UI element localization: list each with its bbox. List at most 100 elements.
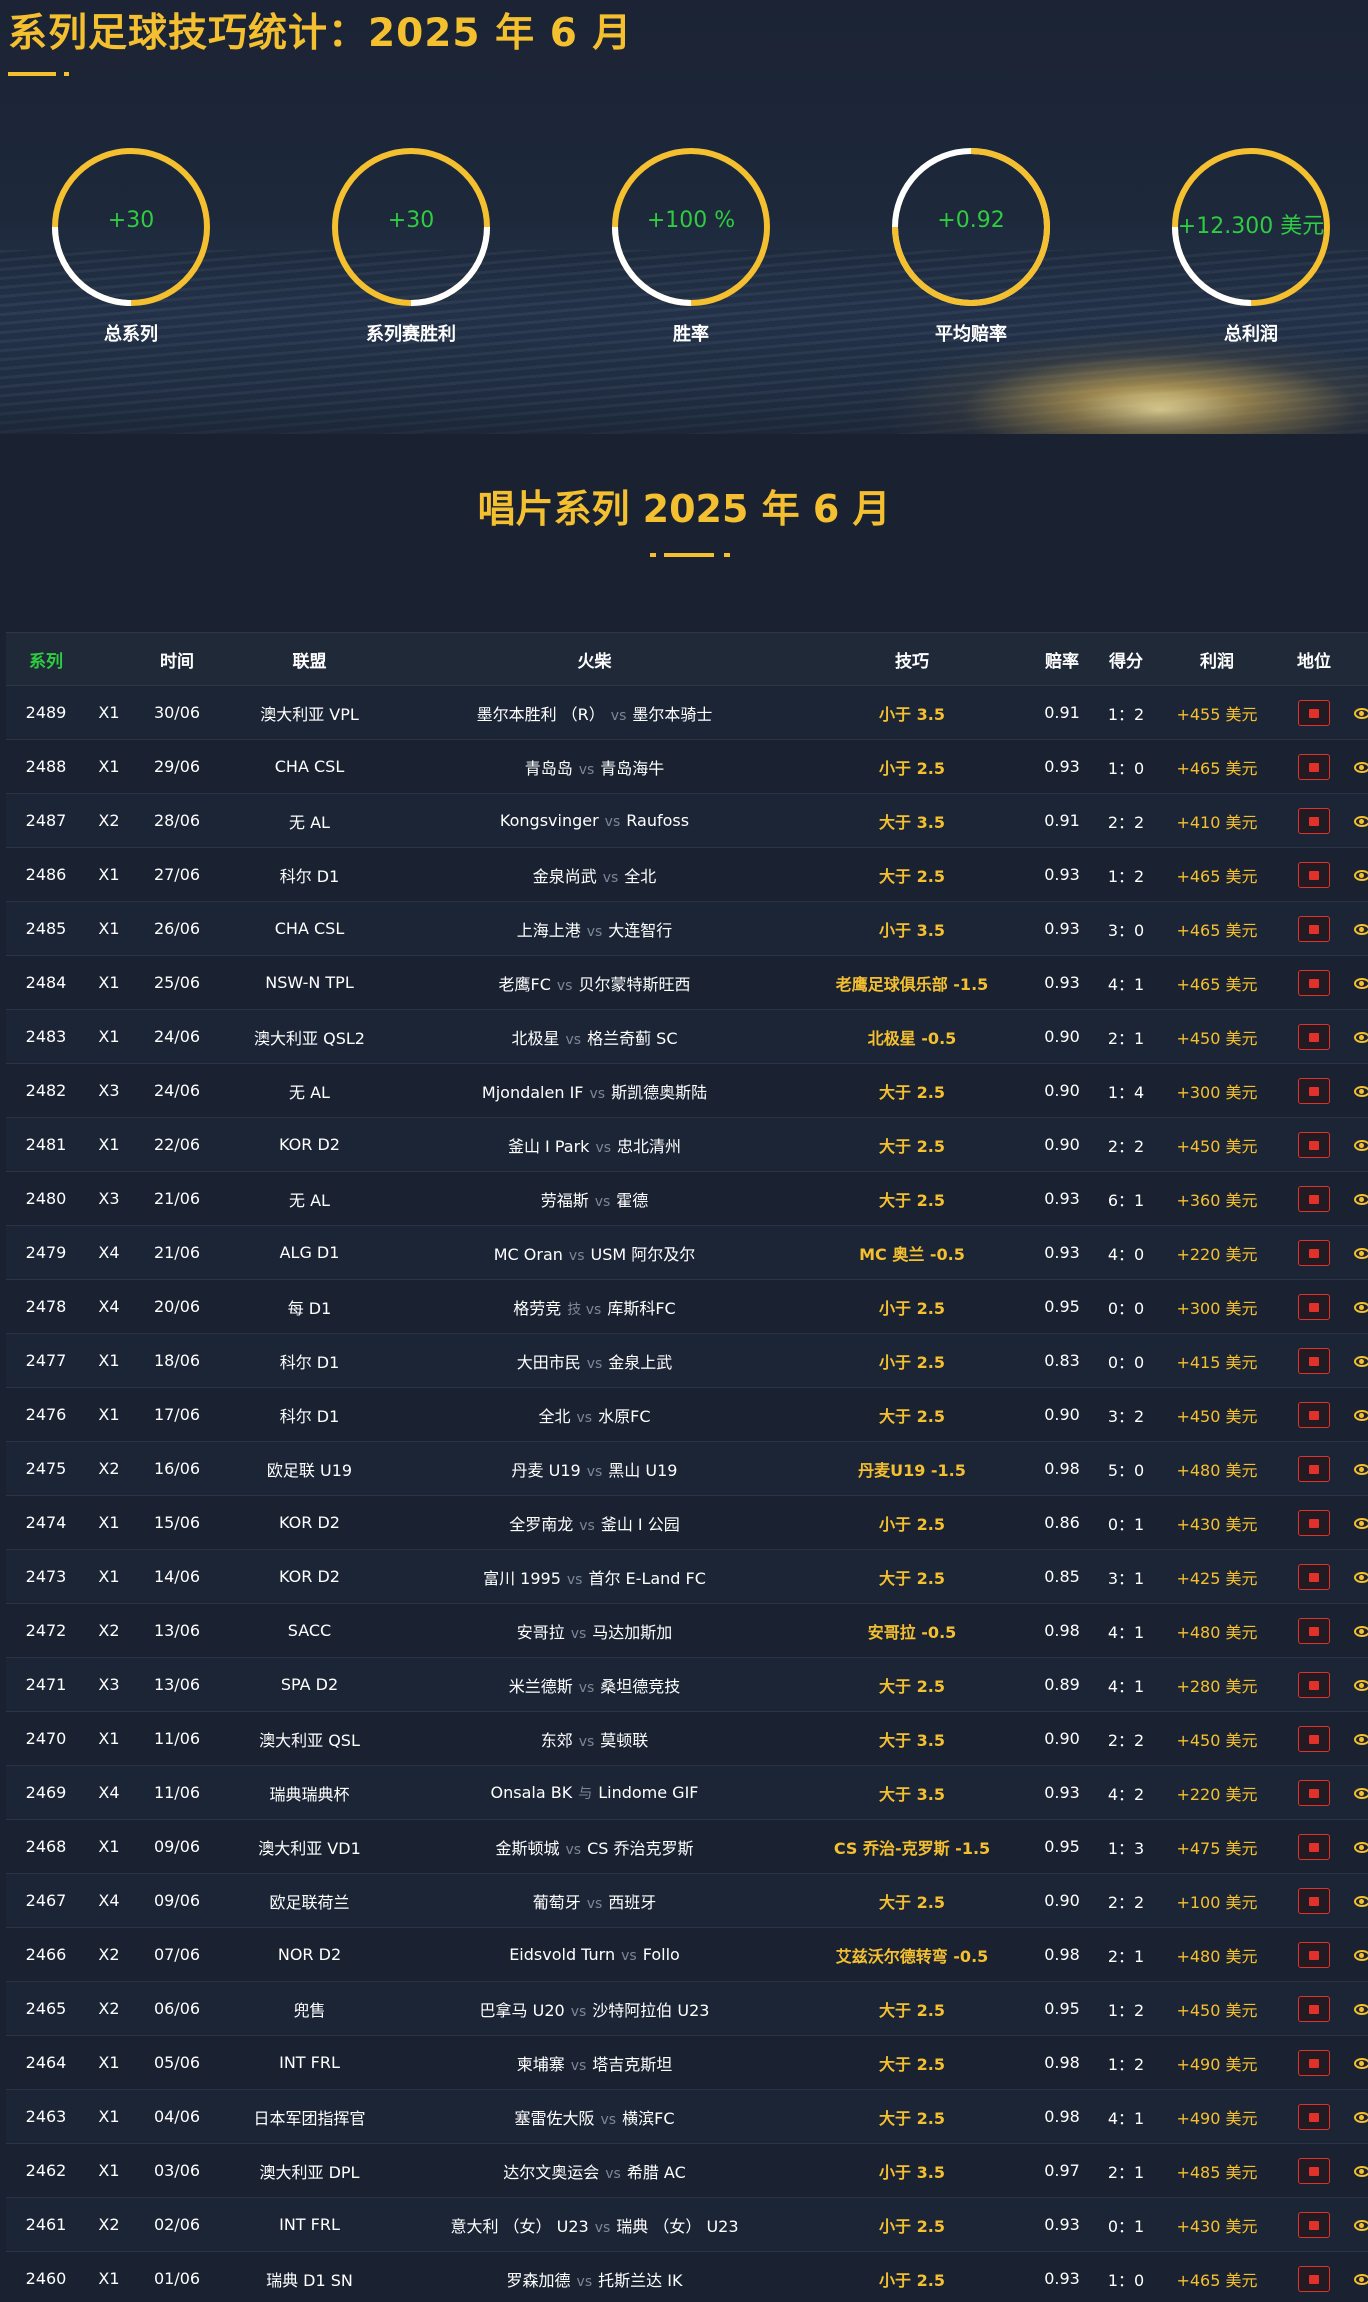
table-row[interactable]: 2465 X2 06/06 兜售 巴拿马 U20 vs 沙特阿拉伯 U23 大于 2.5 0.9… [6,1982,1368,2036]
view-cell[interactable] [1354,1135,1368,1154]
table-row[interactable]: 2474 X1 15/06 KOR D2 全罗南龙 vs 釜山 I 公园 小于 2.5 0.86… [6,1496,1368,1550]
eye-icon[interactable] [1354,1086,1368,1097]
view-cell[interactable] [1354,1945,1368,1964]
view-cell[interactable] [1354,1567,1368,1586]
view-cell[interactable] [1354,2053,1368,2072]
view-cell[interactable] [1354,1837,1368,1856]
view-cell[interactable] [1354,1081,1368,1100]
table-row[interactable]: 2486 X1 27/06 科尔 D1 金泉尚武 vs 全北 大于 2.5 0.93 1：2 +46… [6,848,1368,902]
view-cell[interactable] [1354,757,1368,776]
eye-icon[interactable] [1354,1896,1368,1907]
eye-icon[interactable] [1354,870,1368,881]
header-score[interactable]: 得分 [1092,647,1160,672]
view-cell[interactable] [1354,1351,1368,1370]
header-league[interactable]: 联盟 [222,647,397,672]
eye-icon[interactable] [1354,2220,1368,2231]
eye-icon[interactable] [1354,978,1368,989]
table-row[interactable]: 2463 X1 04/06 日本军团指挥官 塞雷佐大阪 vs 横滨FC 大于 2.5 0.98 4… [6,2090,1368,2144]
eye-icon[interactable] [1354,1140,1368,1151]
table-row[interactable]: 2468 X1 09/06 澳大利亚 VD1 金斯顿城 vs CS 乔治克罗斯 CS 乔治-克… [6,1820,1368,1874]
header-match[interactable]: 火柴 [397,647,792,672]
view-cell[interactable] [1354,2161,1368,2180]
table-row[interactable]: 2467 X4 09/06 欧足联荷兰 葡萄牙 vs 西班牙 大于 2.5 0.90 2：2 +10… [6,1874,1368,1928]
eye-icon[interactable] [1354,2004,1368,2015]
view-cell[interactable] [1354,811,1368,830]
view-cell[interactable] [1354,1459,1368,1478]
table-row[interactable]: 2471 X3 13/06 SPA D2 米兰德斯 vs 桑坦德竞技 大于 2.5 0.89 4：… [6,1658,1368,1712]
header-odds[interactable]: 赔率 [1032,647,1092,672]
view-cell[interactable] [1354,1729,1368,1748]
view-cell[interactable] [1354,1675,1368,1694]
view-cell[interactable] [1354,1189,1368,1208]
eye-icon[interactable] [1354,1410,1368,1421]
table-row[interactable]: 2479 X4 21/06 ALG D1 MC Oran vs USM 阿尔及尔 MC 奥兰 … [6,1226,1368,1280]
header-status[interactable]: 地位 [1274,647,1354,672]
view-cell[interactable] [1354,973,1368,992]
table-row[interactable]: 2469 X4 11/06 瑞典瑞典杯 Onsala BK 与 Lindome GIF 大于 … [6,1766,1368,1820]
view-cell[interactable] [1354,1405,1368,1424]
eye-icon[interactable] [1354,1032,1368,1043]
eye-icon[interactable] [1354,2112,1368,2123]
view-cell[interactable] [1354,1513,1368,1532]
view-cell[interactable] [1354,919,1368,938]
table-row[interactable]: 2487 X2 28/06 无 AL Kongsvinger vs Raufoss 大于 3.… [6,794,1368,848]
table-row[interactable]: 2485 X1 26/06 CHA CSL 上海上港 vs 大连智行 小于 3.5 0.93 3：… [6,902,1368,956]
eye-icon[interactable] [1354,2166,1368,2177]
table-row[interactable]: 2472 X2 13/06 SACC 安哥拉 vs 马达加斯加 安哥拉 -0.5 0.98 4：1… [6,1604,1368,1658]
view-cell[interactable] [1354,2215,1368,2234]
table-row[interactable]: 2488 X1 29/06 CHA CSL 青岛岛 vs 青岛海牛 小于 2.5 0.93 1：0… [6,740,1368,794]
view-cell[interactable] [1354,1243,1368,1262]
eye-icon[interactable] [1354,1950,1368,1961]
match-teams: 东郊 vs 莫顿联 [397,1727,792,1751]
view-cell[interactable] [1354,1783,1368,1802]
eye-icon[interactable] [1354,1626,1368,1637]
table-row[interactable]: 2484 X1 25/06 NSW-N TPL 老鹰FC vs 贝尔蒙特斯旺西 老鹰足球俱乐部… [6,956,1368,1010]
view-cell[interactable] [1354,1999,1368,2018]
view-cell[interactable] [1354,865,1368,884]
eye-icon[interactable] [1354,708,1368,719]
table-row[interactable]: 2460 X1 01/06 瑞典 D1 SN 罗森加德 vs 托斯兰达 IK 小于 2.5 0.… [6,2252,1368,2302]
table-row[interactable]: 2482 X3 24/06 无 AL Mjondalen IF vs 斯凯德奥斯陆 大于 2.… [6,1064,1368,1118]
view-cell[interactable] [1354,703,1368,722]
table-row[interactable]: 2483 X1 24/06 澳大利亚 QSL2 北极星 vs 格兰奇蓟 SC 北极星 -0.5… [6,1010,1368,1064]
eye-icon[interactable] [1354,1572,1368,1583]
eye-icon[interactable] [1354,762,1368,773]
table-row[interactable]: 2462 X1 03/06 澳大利亚 DPL 达尔文奥运会 vs 希腊 AC 小于 3.5 0.… [6,2144,1368,2198]
table-row[interactable]: 2477 X1 18/06 科尔 D1 大田市民 vs 金泉上武 小于 2.5 0.83 0：0 +… [6,1334,1368,1388]
eye-icon[interactable] [1354,1788,1368,1799]
eye-icon[interactable] [1354,2274,1368,2285]
table-row[interactable]: 2475 X2 16/06 欧足联 U19 丹麦 U19 vs 黑山 U19 丹麦U19 -1… [6,1442,1368,1496]
eye-icon[interactable] [1354,1518,1368,1529]
eye-icon[interactable] [1354,816,1368,827]
eye-icon[interactable] [1354,1734,1368,1745]
table-row[interactable]: 2466 X2 07/06 NOR D2 Eidsvold Turn vs Follo 艾兹沃… [6,1928,1368,1982]
table-row[interactable]: 2481 X1 22/06 KOR D2 釜山 I Park vs 忠北清州 大于 2.5 0.… [6,1118,1368,1172]
table-row[interactable]: 2480 X3 21/06 无 AL 劳福斯 vs 霍德 大于 2.5 0.93 6：1 +360 … [6,1172,1368,1226]
eye-icon[interactable] [1354,1842,1368,1853]
eye-icon[interactable] [1354,1356,1368,1367]
eye-icon[interactable] [1354,2058,1368,2069]
view-cell[interactable] [1354,2107,1368,2126]
table-row[interactable]: 2473 X1 14/06 KOR D2 富川 1995 vs 首尔 E-Land FC 大于… [6,1550,1368,1604]
view-cell[interactable] [1354,1027,1368,1046]
eye-icon[interactable] [1354,1248,1368,1259]
eye-icon[interactable] [1354,1464,1368,1475]
eye-icon[interactable] [1354,1680,1368,1691]
view-cell[interactable] [1354,1621,1368,1640]
table-row[interactable]: 2476 X1 17/06 科尔 D1 全北 vs 水原FC 大于 2.5 0.90 3：2 +45… [6,1388,1368,1442]
view-cell[interactable] [1354,2269,1368,2288]
view-cell[interactable] [1354,1891,1368,1910]
header-time[interactable]: 时间 [132,647,222,672]
table-row[interactable]: 2464 X1 05/06 INT FRL 柬埔寨 vs 塔吉克斯坦 大于 2.5 0.98 1：… [6,2036,1368,2090]
table-row[interactable]: 2461 X2 02/06 INT FRL 意大利 （女） U23 vs 瑞典 （女） U2… [6,2198,1368,2252]
view-cell[interactable] [1354,1297,1368,1316]
table-row[interactable]: 2470 X1 11/06 澳大利亚 QSL 东郊 vs 莫顿联 大于 3.5 0.90 2：2 +… [6,1712,1368,1766]
eye-icon[interactable] [1354,924,1368,935]
table-row[interactable]: 2478 X4 20/06 每 D1 格劳竞技 vs 库斯科FC 小于 2.5 0.95 0：0… [6,1280,1368,1334]
header-profit[interactable]: 利润 [1160,647,1274,672]
header-tip[interactable]: 技巧 [792,647,1032,672]
table-row[interactable]: 2489 X1 30/06 澳大利亚 VPL 墨尔本胜利 （R） vs 墨尔本骑士 小于 3.… [6,686,1368,740]
eye-icon[interactable] [1354,1302,1368,1313]
header-series[interactable]: 系列 [6,647,86,672]
eye-icon[interactable] [1354,1194,1368,1205]
